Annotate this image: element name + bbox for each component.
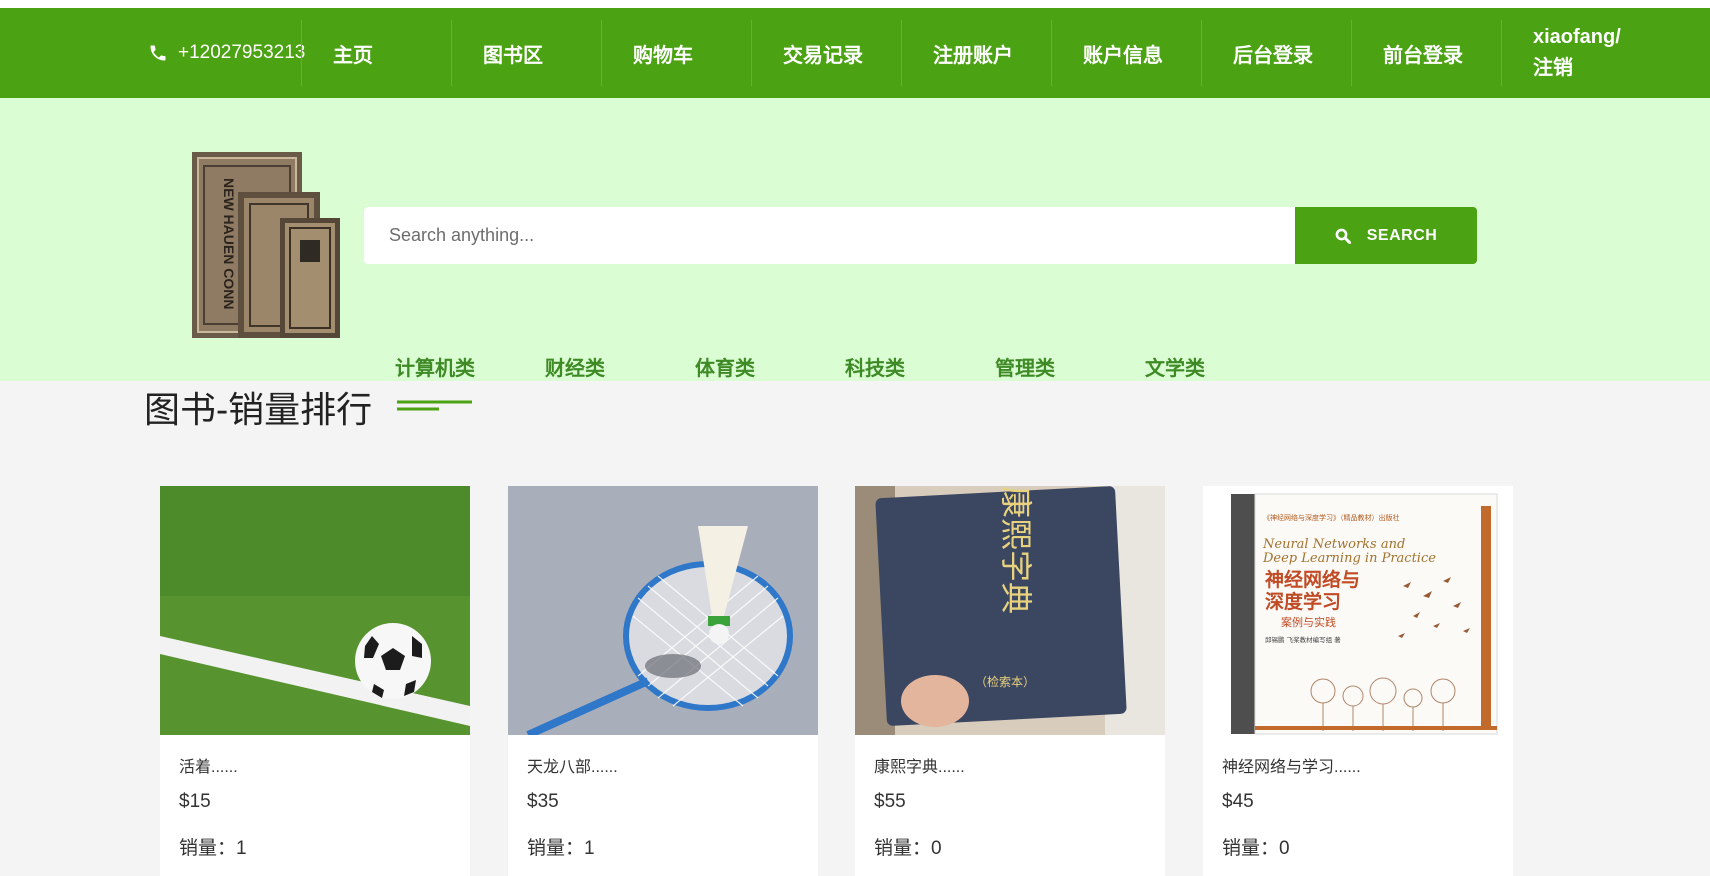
nav-separator bbox=[601, 20, 602, 86]
search-button-label: SEARCH bbox=[1366, 226, 1438, 244]
product-sales: 销量：1 bbox=[527, 838, 595, 859]
top-navbar: +12027953213 主页 图书区 购物车 交易记录 注册账户 账户信息 后… bbox=[0, 8, 1710, 98]
phone-icon bbox=[150, 45, 166, 61]
product-card[interactable]: 天龙八部...... $35 销量：1 bbox=[508, 486, 818, 876]
product-image-kangxi-dictionary[interactable]: 康熙字典 （检索本） bbox=[855, 486, 1165, 735]
search-button[interactable]: SEARCH bbox=[1295, 207, 1477, 264]
product-name[interactable]: 康熙字典...... bbox=[874, 753, 965, 777]
top-strip bbox=[0, 0, 1710, 8]
category-literature[interactable]: 文学类 bbox=[1145, 352, 1205, 381]
product-name[interactable]: 活着...... bbox=[179, 753, 238, 777]
nav-separator bbox=[1051, 20, 1052, 86]
logo-text: NEW HAUEN CONN bbox=[221, 178, 237, 309]
nav-admin-login[interactable]: 后台登录 bbox=[1233, 8, 1313, 98]
category-management[interactable]: 管理类 bbox=[995, 352, 1055, 381]
product-card[interactable]: 康熙字典 （检索本） 康熙字典...... $55 销量：0 bbox=[855, 486, 1165, 876]
product-price: $55 bbox=[874, 791, 906, 812]
product-card[interactable]: 活着...... $15 销量：1 bbox=[160, 486, 470, 876]
nav-separator bbox=[751, 20, 752, 86]
book-authors: 邱锡鹏 飞桨教材编写组 著 bbox=[1265, 635, 1341, 644]
nav-book-zone[interactable]: 图书区 bbox=[483, 8, 543, 98]
book-en-title-1: Neural Networks and bbox=[1262, 537, 1405, 552]
product-name[interactable]: 天龙八部...... bbox=[527, 753, 618, 777]
hero-search-area: NEW HAUEN CONN SEARCH 计算机类 财经类 体育类 科技类 管… bbox=[0, 98, 1710, 381]
nav-register[interactable]: 注册账户 bbox=[933, 8, 1013, 98]
title-underline-decoration bbox=[397, 400, 472, 411]
search-icon bbox=[1335, 228, 1351, 244]
nav-user-logout[interactable]: xiaofang/ 注销 bbox=[1533, 8, 1621, 98]
phone-contact: +12027953213 bbox=[148, 8, 305, 98]
nav-separator bbox=[301, 20, 302, 86]
nav-account-info[interactable]: 账户信息 bbox=[1083, 8, 1163, 98]
book-series-line: 《神经网络与深度学习》（精品教材）出版社 bbox=[1263, 513, 1400, 522]
category-science[interactable]: 科技类 bbox=[845, 352, 905, 381]
nav-username[interactable]: xiaofang/ bbox=[1533, 22, 1621, 53]
nav-transactions[interactable]: 交易记录 bbox=[783, 8, 863, 98]
product-name[interactable]: 神经网络与学习...... bbox=[1222, 753, 1361, 777]
book-en-title-2: Deep Learning in Practice bbox=[1262, 551, 1436, 566]
book-cn-title-2: 深度学习 bbox=[1265, 590, 1341, 613]
book-cn-subtitle: 案例与实践 bbox=[1281, 615, 1336, 629]
nav-separator bbox=[1351, 20, 1352, 86]
section-title: 图书-销量排行 bbox=[144, 390, 373, 431]
nav-cart[interactable]: 购物车 bbox=[633, 8, 693, 98]
nav-logout[interactable]: 注销 bbox=[1533, 53, 1621, 84]
product-sales: 销量：0 bbox=[874, 838, 942, 859]
nav-separator bbox=[451, 20, 452, 86]
books-logo-image: NEW HAUEN CONN bbox=[192, 152, 340, 338]
nav-separator bbox=[901, 20, 902, 86]
product-image-neural-network-book[interactable]: 《神经网络与深度学习》（精品教材）出版社 Neural Networks and… bbox=[1203, 486, 1513, 735]
book-cn-title-1: 神经网络与 bbox=[1265, 568, 1360, 591]
book-cover-title: 康熙字典 bbox=[997, 486, 1035, 614]
product-image-soccer[interactable] bbox=[160, 486, 470, 735]
category-computer[interactable]: 计算机类 bbox=[395, 352, 475, 381]
search-input[interactable] bbox=[364, 207, 1295, 264]
product-price: $15 bbox=[179, 791, 211, 812]
product-card[interactable]: 《神经网络与深度学习》（精品教材）出版社 Neural Networks and… bbox=[1203, 486, 1513, 876]
category-sports[interactable]: 体育类 bbox=[695, 352, 755, 381]
phone-number: +12027953213 bbox=[178, 42, 306, 63]
product-price: $35 bbox=[527, 791, 559, 812]
nav-separator bbox=[1501, 20, 1502, 86]
nav-front-login[interactable]: 前台登录 bbox=[1383, 8, 1463, 98]
nav-separator bbox=[1201, 20, 1202, 86]
product-image-badminton[interactable] bbox=[508, 486, 818, 735]
product-sales: 销量：0 bbox=[1222, 838, 1290, 859]
product-sales: 销量：1 bbox=[179, 838, 247, 859]
product-price: $45 bbox=[1222, 791, 1254, 812]
book-cover-subtitle: （检索本） bbox=[975, 674, 1035, 689]
category-finance[interactable]: 财经类 bbox=[545, 352, 605, 381]
nav-home[interactable]: 主页 bbox=[333, 8, 373, 98]
